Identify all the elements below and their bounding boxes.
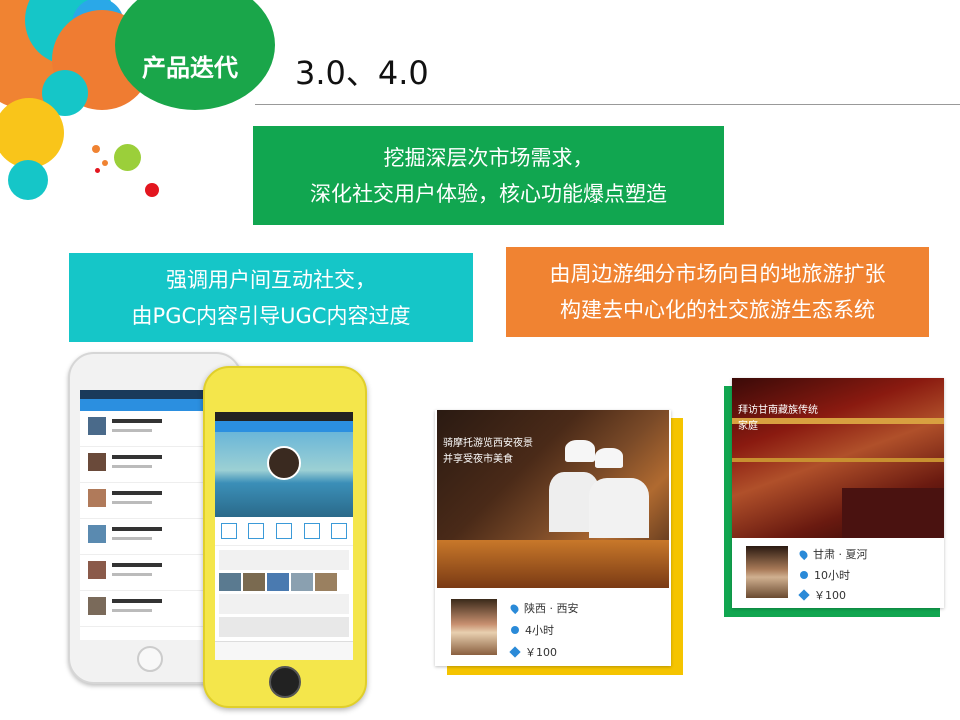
decor-circle-teal-low: [8, 160, 48, 200]
decor-dot-orange-a: [92, 145, 100, 153]
decor-dot-orange-b: [102, 160, 108, 166]
title-divider: [255, 104, 960, 105]
page-title: 3.0、4.0: [295, 54, 429, 92]
green-callout: 挖掘深层次市场需求， 深化社交用户体验，核心功能爆点塑造: [253, 126, 724, 225]
phone-status-bar: [215, 412, 353, 421]
trip-photo-gansu: [732, 378, 944, 538]
decor-dot-red: [145, 183, 159, 197]
trip-card-xian: 骑摩托游览西安夜景 并享受夜市美食 陕西 · 西安 4小时 ￥100: [435, 410, 671, 666]
trip-caption-xian: 骑摩托游览西安夜景 并享受夜市美食: [443, 436, 533, 468]
trip-caption-line-2: 并享受夜市美食: [443, 454, 513, 465]
orange-callout: 由周边游细分市场向目的地旅游扩张 构建去中心化的社交旅游生态系统: [506, 247, 929, 337]
teal-callout: 强调用户间互动社交， 由PGC内容引导UGC内容过度: [69, 253, 473, 342]
profile-cover: [215, 432, 353, 517]
decor-dot-red-small: [95, 168, 100, 173]
teal-callout-line-1: 强调用户间互动社交，: [166, 267, 376, 292]
host-avatar: [746, 546, 788, 598]
decor-dot-lime: [114, 144, 141, 171]
trip-duration: 10小时: [800, 567, 850, 583]
trip-caption-line-2: 家庭: [738, 421, 758, 432]
feed: [215, 546, 353, 644]
trip-card-gansu: 拜访甘南藏族传统 家庭 甘肃 · 夏河 10小时 ￥100: [732, 378, 944, 608]
trip-price: ￥100: [509, 644, 557, 660]
trip-duration: 4小时: [511, 622, 554, 638]
trip-location: 陕西 · 西安: [508, 600, 579, 616]
clock-icon: [511, 626, 519, 634]
orange-callout-line-1: 由周边游细分市场向目的地旅游扩张: [549, 262, 886, 286]
tab-bar: [215, 641, 353, 660]
decor-circle-yellow: [0, 98, 64, 168]
host-avatar: [451, 599, 497, 655]
orange-callout-line-2: 构建去中心化的社交旅游生态系统: [560, 298, 875, 322]
profile-actions: [215, 517, 353, 546]
avatar: [267, 446, 301, 480]
teal-callout-line-2: 由PGC内容引导UGC内容过度: [131, 303, 411, 328]
phone-home-button: [269, 666, 301, 698]
phone-home-button: [137, 646, 163, 672]
trip-caption-line-1: 拜访甘南藏族传统: [738, 405, 818, 416]
green-callout-line-2: 深化社交用户体验，核心功能爆点塑造: [310, 181, 667, 206]
phone-yellow-screen: [215, 412, 353, 660]
location-pin-icon: [508, 602, 521, 614]
title-badge-label: 产品迭代: [142, 54, 238, 82]
green-callout-line-1: 挖掘深层次市场需求，: [383, 145, 594, 170]
trip-caption-gansu: 拜访甘南藏族传统 家庭: [738, 403, 818, 435]
clock-icon: [800, 571, 808, 579]
trip-location: 甘肃 · 夏河: [797, 546, 868, 562]
location-pin-icon: [797, 548, 810, 560]
phone-nav-bar: [215, 421, 353, 432]
trip-price: ￥100: [798, 587, 846, 603]
price-tag-icon: [509, 646, 521, 658]
price-tag-icon: [798, 589, 810, 601]
trip-caption-line-1: 骑摩托游览西安夜景: [443, 438, 533, 449]
